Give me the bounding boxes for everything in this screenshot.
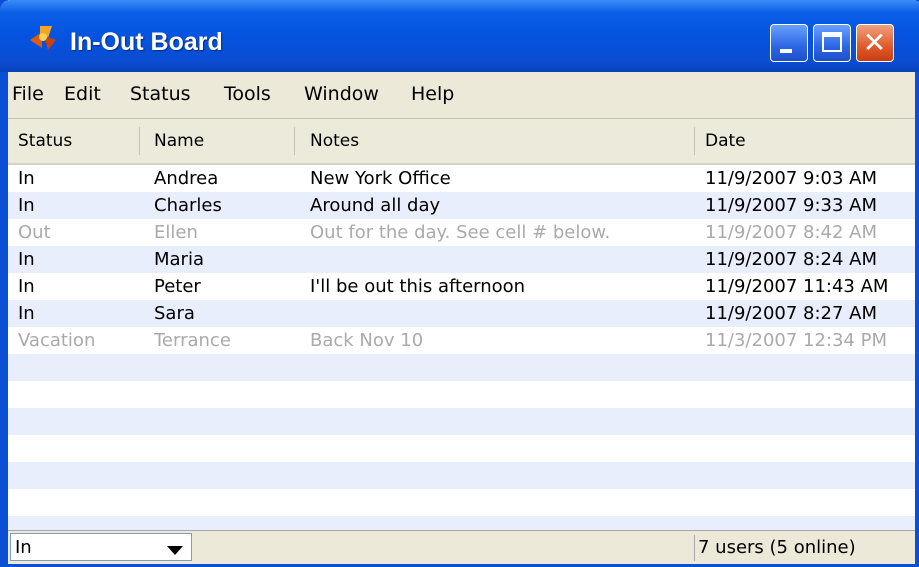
cell-name: Terrance [154, 330, 231, 351]
cell-date: 11/9/2007 8:24 AM [705, 249, 878, 270]
cell-status: Vacation [18, 330, 96, 351]
cell-name: Maria [154, 249, 204, 270]
close-button[interactable]: ✕ [856, 24, 894, 62]
menu-status[interactable]: Status [130, 81, 191, 107]
cell-status: In [18, 276, 35, 297]
cell-status: Out [18, 222, 51, 243]
menu-window[interactable]: Window [304, 81, 379, 107]
empty-row [8, 408, 915, 435]
empty-row [8, 516, 915, 530]
cell-status: In [18, 168, 35, 189]
column-divider[interactable] [139, 127, 140, 155]
menu-edit[interactable]: Edit [64, 81, 101, 107]
menu-bar: File Edit Status Tools Window Help [8, 72, 915, 119]
table-row[interactable]: In Peter I'll be out this afternoon 11/9/20… [8, 273, 915, 300]
cell-notes: I'll be out this afternoon [310, 276, 526, 297]
cell-status: In [18, 195, 35, 216]
column-header-notes[interactable]: Notes [310, 119, 359, 163]
cell-name: Ellen [154, 222, 198, 243]
table-row[interactable]: In Maria 11/9/2007 8:24 AM [8, 246, 915, 273]
table-row[interactable]: In Andrea New York Office 11/9/2007 9:03 AM [8, 165, 915, 192]
app-icon [30, 26, 56, 50]
window-title: In-Out Board [70, 28, 223, 56]
empty-row [8, 354, 915, 381]
table-row[interactable]: Out Ellen Out for the day. See cell # belo… [8, 219, 915, 246]
menu-file[interactable]: File [12, 81, 44, 107]
column-header-status[interactable]: Status [18, 119, 72, 163]
column-header-date[interactable]: Date [705, 119, 746, 163]
cell-notes: Back Nov 10 [310, 330, 424, 351]
status-bar: In 7 users (5 online) [8, 530, 915, 564]
cell-name: Charles [154, 195, 222, 216]
cell-status: In [18, 303, 35, 324]
cell-notes: Out for the day. See cell # below. [310, 222, 611, 243]
empty-row [8, 489, 915, 516]
cell-name: Andrea [154, 168, 219, 189]
cell-date: 11/9/2007 11:43 AM [705, 276, 889, 297]
column-divider[interactable] [294, 127, 295, 155]
cell-date: 11/9/2007 8:42 AM [705, 222, 878, 243]
empty-row [8, 462, 915, 489]
status-select[interactable]: In [10, 533, 192, 561]
cell-date: 11/9/2007 8:27 AM [705, 303, 878, 324]
people-list[interactable]: Status Name Notes Date In Andrea New York … [8, 119, 915, 530]
maximize-icon [822, 32, 842, 52]
chevron-down-icon[interactable] [167, 546, 183, 555]
menu-help[interactable]: Help [411, 81, 454, 107]
table-row[interactable]: In Charles Around all day 11/9/2007 9:33 AM [8, 192, 915, 219]
cell-status: In [18, 249, 35, 270]
table-row[interactable]: Vacation Terrance Back Nov 10 11/3/2007 12:… [8, 327, 915, 354]
empty-row [8, 381, 915, 408]
cell-date: 11/9/2007 9:33 AM [705, 195, 878, 216]
cell-date: 11/9/2007 9:03 AM [705, 168, 878, 189]
cell-name: Peter [154, 276, 201, 297]
close-icon: ✕ [862, 26, 887, 59]
user-count: 7 users (5 online) [698, 537, 856, 558]
main-window: In-Out Board ✕ File Edit Status Tools Wi… [0, 0, 919, 567]
cell-date: 11/3/2007 12:34 PM [705, 330, 887, 351]
cell-name: Sara [154, 303, 195, 324]
minimize-button[interactable] [770, 24, 808, 62]
empty-row [8, 435, 915, 462]
status-select-value: In [15, 537, 32, 558]
column-header-name[interactable]: Name [154, 119, 204, 163]
column-divider[interactable] [694, 127, 695, 155]
statusbar-divider [694, 535, 695, 561]
title-bar[interactable]: In-Out Board ✕ [0, 0, 919, 72]
minimize-icon [780, 49, 792, 53]
maximize-button[interactable] [813, 24, 851, 62]
cell-notes: New York Office [310, 168, 451, 189]
menu-tools[interactable]: Tools [224, 81, 271, 107]
list-header: Status Name Notes Date [8, 119, 915, 165]
cell-notes: Around all day [310, 195, 441, 216]
table-row[interactable]: In Sara 11/9/2007 8:27 AM [8, 300, 915, 327]
